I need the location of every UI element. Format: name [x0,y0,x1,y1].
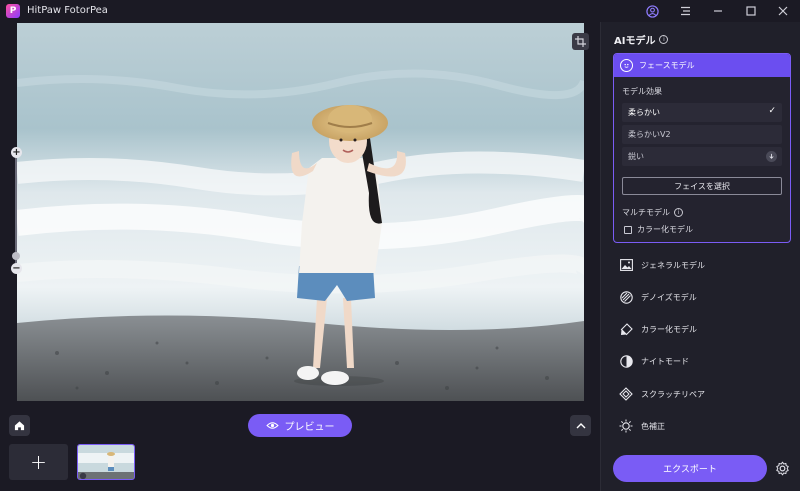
face-model-header[interactable]: フェースモデル [614,54,790,77]
scratch-repair-icon [619,387,633,401]
menu-icon[interactable] [676,2,694,20]
app-logo: P [6,4,20,18]
select-face-button[interactable]: フェイスを選択 [622,177,782,195]
model-general[interactable]: ジェネラルモデル [619,255,789,275]
night-mode-icon [619,354,633,368]
bottom-bar: プレビュー + [0,402,600,491]
model-color-correct[interactable]: 色補正 [619,416,789,436]
home-icon [14,421,25,431]
zoom-slider-handle[interactable] [12,252,20,260]
face-icon [620,59,633,72]
model-night[interactable]: ナイトモード [619,351,789,371]
zoom-out-button[interactable]: − [11,263,22,274]
denoise-icon [619,290,633,304]
image-icon [619,258,633,272]
effect-option-soft-v2[interactable]: 柔らかいV2 [622,125,782,144]
model-colorize[interactable]: カラー化モデル [619,319,789,339]
model-denoise[interactable]: デノイズモデル [619,287,789,307]
home-button[interactable] [9,415,30,436]
maximize-icon[interactable] [742,2,760,20]
user-icon[interactable] [643,2,661,20]
preview-label: プレビュー [284,422,335,433]
preview-photo [17,23,584,401]
color-brush-icon [619,322,633,336]
face-model-card: フェースモデル モデル効果 柔らかい ✓ 柔らかいV2 鋭い フェイスを選択 マ… [613,53,791,243]
app-title: HitPaw FotorPea [27,5,108,16]
multi-model-title: マルチモデル i [622,207,683,218]
app-window: P HitPaw FotorPea + − プレビュー + AIモデル i フェ… [0,0,800,491]
colorize-checkbox-row[interactable]: カラー化モデル [624,224,693,235]
panel-title: AIモデル i [614,32,669,47]
colorize-checkbox[interactable] [624,225,632,234]
face-model-label: フェースモデル [639,61,695,70]
zoom-in-button[interactable]: + [11,147,22,158]
image-thumbnail[interactable] [77,444,135,480]
info-icon[interactable]: i [674,208,683,217]
zoom-slider-track[interactable] [15,152,17,268]
eye-icon [265,422,279,429]
add-image-button[interactable]: + [9,444,68,480]
effect-title: モデル効果 [622,87,662,96]
export-button[interactable]: エクスポート [613,455,767,482]
effect-option-soft[interactable]: 柔らかい ✓ [622,103,782,122]
title-bar: P HitPaw FotorPea [0,0,800,22]
effect-option-sharp[interactable]: 鋭い [622,147,782,166]
chevron-up-icon [576,423,585,429]
model-scratch[interactable]: スクラッチリペア [619,384,789,404]
minimize-icon[interactable] [709,2,727,20]
crop-icon[interactable] [572,33,589,50]
info-icon[interactable]: i [659,35,669,44]
download-icon[interactable] [766,151,777,162]
collapse-button[interactable] [570,415,591,436]
color-correct-icon [619,419,633,433]
canvas-area: + − [0,22,600,402]
close-icon[interactable] [774,2,792,20]
preview-button[interactable]: プレビュー [248,414,352,437]
gear-icon[interactable] [774,460,791,477]
check-icon: ✓ [768,106,776,116]
